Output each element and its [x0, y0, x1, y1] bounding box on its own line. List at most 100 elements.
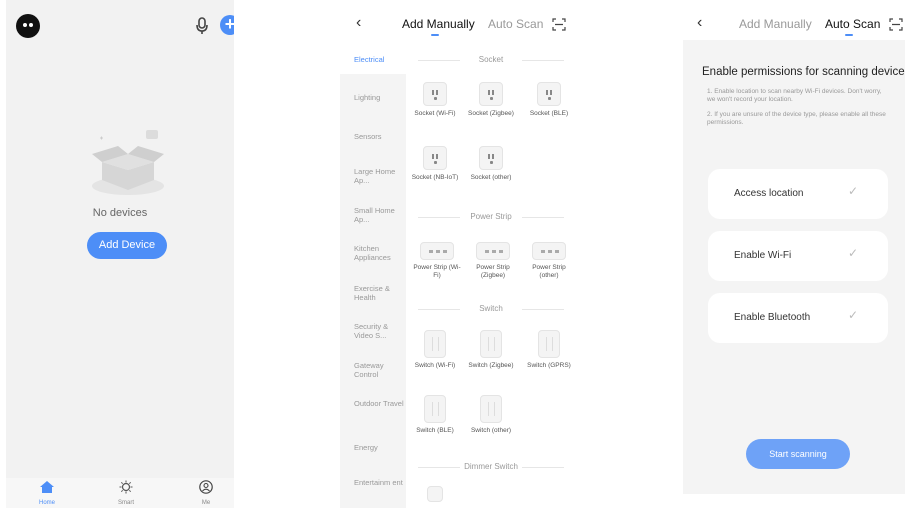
- category-large-home-appliances[interactable]: Large Home Ap...: [354, 167, 404, 185]
- back-icon[interactable]: ‹: [697, 14, 702, 32]
- device-socket-zigbee[interactable]: Socket (Zigbee): [464, 82, 518, 118]
- add-icon[interactable]: +: [220, 15, 234, 35]
- switch-icon: [480, 395, 502, 423]
- device-label: Socket (BLE): [529, 110, 569, 117]
- tab-me-label: Me: [201, 500, 211, 506]
- category-sidebar: [340, 46, 406, 508]
- add-device-button[interactable]: Add Device: [87, 232, 167, 259]
- section-power-strip: Power Strip: [418, 212, 564, 221]
- category-energy[interactable]: Energy: [354, 443, 404, 452]
- permission-label: Enable Bluetooth: [734, 312, 811, 323]
- tab-home-label: Home: [38, 500, 55, 506]
- check-icon: ✓: [847, 246, 858, 260]
- avatar[interactable]: [16, 14, 40, 38]
- device-label: Socket (Wi-Fi): [414, 110, 456, 117]
- switch-icon: [424, 330, 446, 358]
- user-icon: [199, 480, 213, 494]
- device-label: Switch (Wi-Fi): [414, 362, 456, 369]
- check-icon: ✓: [847, 184, 858, 198]
- category-exercise-health[interactable]: Exercise & Health: [354, 284, 404, 302]
- switch-icon: [480, 330, 502, 358]
- tab-home[interactable]: Home: [22, 480, 72, 506]
- device-label: Socket (other): [470, 174, 512, 181]
- check-icon: ✓: [847, 308, 858, 322]
- device-label: Switch (Zigbee): [468, 362, 514, 369]
- device-strip-other[interactable]: Power Strip (other): [522, 242, 576, 280]
- category-electrical[interactable]: Electrical: [354, 55, 404, 64]
- auto-scan-screen: ‹ Add Manually Auto Scan Enable permissi…: [683, 0, 905, 494]
- tab-smart[interactable]: Smart: [101, 480, 151, 506]
- tab-add-manually[interactable]: Add Manually: [402, 17, 475, 31]
- empty-box-illustration: [92, 130, 164, 195]
- device-switch-other[interactable]: Switch (other): [464, 395, 518, 435]
- socket-icon: [537, 82, 561, 106]
- device-label: Power Strip (Wi-Fi): [413, 264, 461, 279]
- category-security-video[interactable]: Security & Video S...: [354, 322, 404, 340]
- device-socket-other[interactable]: Socket (other): [464, 146, 518, 182]
- category-gateway-control[interactable]: Gateway Control: [354, 361, 404, 379]
- device-label: Socket (Zigbee): [468, 110, 514, 117]
- tab-auto-scan[interactable]: Auto Scan: [488, 17, 543, 31]
- power-strip-icon: [420, 242, 454, 260]
- home-topbar: +: [6, 14, 234, 40]
- home-icon: [40, 481, 54, 493]
- scan-icon[interactable]: [889, 18, 903, 31]
- dimmer-icon: [427, 486, 443, 502]
- bottom-tab-bar: Home Smart Me: [6, 478, 234, 508]
- device-label: Switch (BLE): [416, 427, 454, 434]
- socket-icon: [423, 146, 447, 170]
- sun-icon: [119, 480, 133, 494]
- section-dimmer-switch: Dimmer Switch: [418, 462, 564, 471]
- switch-icon: [538, 330, 560, 358]
- permissions-desc-2: 2. If you are unsure of the device type,…: [707, 111, 886, 126]
- tab-smart-label: Smart: [117, 500, 134, 506]
- category-lighting[interactable]: Lighting: [354, 93, 404, 102]
- start-scanning-button[interactable]: Start scanning: [746, 439, 850, 469]
- device-label: Power Strip (Zigbee): [476, 264, 510, 279]
- device-label: Power Strip (other): [532, 264, 566, 279]
- device-strip-zigbee[interactable]: Power Strip (Zigbee): [466, 242, 520, 280]
- device-strip-wifi[interactable]: Power Strip (Wi-Fi): [410, 242, 464, 280]
- category-outdoor-travel[interactable]: Outdoor Travel: [354, 399, 404, 408]
- category-entertainment[interactable]: Entertainm ent: [354, 478, 404, 487]
- permission-label: Access location: [734, 188, 804, 199]
- header: ‹ Add Manually Auto Scan: [683, 0, 905, 40]
- device-switch-ble[interactable]: Switch (BLE): [408, 395, 462, 435]
- tab-me[interactable]: Me: [181, 480, 231, 506]
- back-icon[interactable]: ‹: [356, 14, 361, 32]
- tab-add-manually[interactable]: Add Manually: [739, 17, 812, 31]
- header: ‹ Add Manually Auto Scan: [340, 0, 576, 40]
- empty-state-text: No devices: [92, 207, 148, 219]
- permission-wifi-card[interactable]: Enable Wi-Fi ✓: [708, 231, 888, 281]
- device-switch-gprs[interactable]: Switch (GPRS): [522, 330, 576, 370]
- device-socket-wifi[interactable]: Socket (Wi-Fi): [408, 82, 462, 118]
- device-switch-wifi[interactable]: Switch (Wi-Fi): [408, 330, 462, 370]
- socket-icon: [423, 82, 447, 106]
- active-tab-indicator: [431, 34, 439, 36]
- device-socket-ble[interactable]: Socket (BLE): [522, 82, 576, 118]
- power-strip-icon: [476, 242, 510, 260]
- category-sensors[interactable]: Sensors: [354, 132, 404, 141]
- scan-icon[interactable]: [552, 18, 566, 31]
- device-switch-zigbee[interactable]: Switch (Zigbee): [464, 330, 518, 370]
- device-dimmer-partial[interactable]: [408, 486, 462, 502]
- permission-label: Enable Wi-Fi: [734, 250, 792, 261]
- device-label: Switch (other): [470, 427, 512, 434]
- tab-auto-scan[interactable]: Auto Scan: [825, 17, 880, 31]
- active-tab-indicator: [845, 34, 853, 36]
- section-switch: Switch: [418, 304, 564, 313]
- device-label: Socket (NB-IoT): [411, 174, 459, 181]
- permissions-title: Enable permissions for scanning devices: [702, 66, 905, 78]
- section-socket: Socket: [418, 55, 564, 64]
- power-strip-icon: [532, 242, 566, 260]
- category-kitchen-appliances[interactable]: Kitchen Appliances: [354, 244, 404, 262]
- add-manually-screen: ‹ Add Manually Auto Scan Electrical Ligh…: [340, 0, 576, 508]
- permission-location-card[interactable]: Access location ✓: [708, 169, 888, 219]
- socket-icon: [479, 82, 503, 106]
- switch-icon: [424, 395, 446, 423]
- permissions-desc-1: 1. Enable location to scan nearby Wi-Fi …: [707, 88, 882, 103]
- microphone-icon[interactable]: [195, 17, 209, 35]
- permission-bluetooth-card[interactable]: Enable Bluetooth ✓: [708, 293, 888, 343]
- device-socket-nbiot[interactable]: Socket (NB-IoT): [408, 146, 462, 182]
- category-small-home-appliances[interactable]: Small Home Ap...: [354, 206, 404, 224]
